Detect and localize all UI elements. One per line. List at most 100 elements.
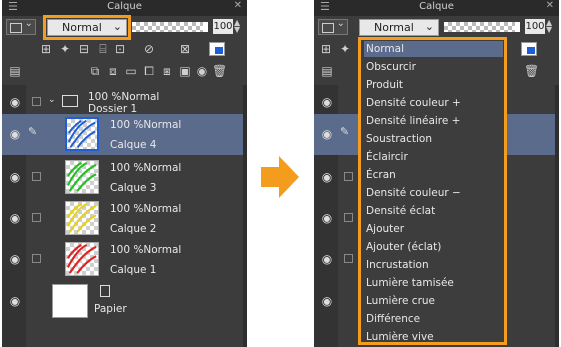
lock-checkbox[interactable]	[344, 213, 353, 222]
blend-option[interactable]: Densité linéaire +	[364, 113, 503, 129]
scrollbar[interactable]	[555, 85, 559, 347]
blend-option[interactable]: Incrustation	[364, 257, 503, 273]
clip-icon[interactable]: ⊞	[319, 42, 333, 56]
merge-icon[interactable]: ⧠	[142, 64, 156, 78]
eye-icon[interactable]: ◉	[8, 171, 22, 183]
opacity-value[interactable]: 100	[213, 19, 233, 34]
eye-icon[interactable]: ◉	[320, 212, 334, 224]
layer-row[interactable]: ◉ 100 %Normal Calque 1	[2, 239, 247, 280]
new-folder-icon[interactable]: ▭	[124, 64, 138, 78]
draft-icon[interactable]: ⌸	[96, 42, 110, 56]
opacity-slider[interactable]	[132, 22, 208, 32]
layer-opacity: 100 %Normal	[110, 244, 182, 256]
blend-option[interactable]: Écran	[364, 167, 503, 183]
panel-titlebar: ☰ Calque ✕	[314, 0, 559, 16]
layer-row[interactable]: ◉ ✎ 100 %Normal Calque 4	[2, 114, 247, 155]
transfer-icon[interactable]: ⧆	[160, 64, 174, 78]
eye-icon[interactable]: ◉	[8, 253, 22, 265]
blend-toolbar: ⌄ Normal ⌄ 100 ▲ ▼	[314, 16, 559, 38]
layer-name: Calque 4	[110, 139, 157, 151]
layer-row-folder[interactable]: ◉ ⌄ 100 %Normal Dossier 1	[2, 89, 247, 115]
blend-option[interactable]: Ajouter	[364, 221, 503, 237]
panel-menu-icon[interactable]: ▤	[8, 64, 22, 78]
opacity-value[interactable]: 100	[525, 19, 545, 34]
arrow-right-icon	[261, 156, 299, 198]
blend-option[interactable]: Ajouter (éclat)	[364, 239, 503, 255]
panel-titlebar: ☰ Calque ✕	[2, 0, 247, 16]
mask-add-icon[interactable]: ▣	[178, 64, 192, 78]
chevron-down-icon: ⌄	[112, 20, 122, 33]
eye-icon[interactable]: ◉	[8, 128, 22, 140]
eye-icon[interactable]: ◉	[8, 295, 22, 307]
blend-option[interactable]: Densité éclat	[364, 203, 503, 219]
mask-icon[interactable]: ⊘	[142, 42, 156, 56]
ruler-icon[interactable]: ✦	[58, 42, 72, 56]
lock-alpha-icon[interactable]: ⊠	[178, 42, 192, 56]
eye-icon[interactable]: ◉	[320, 96, 334, 108]
color-icon[interactable]	[521, 42, 537, 56]
close-icon[interactable]: ✕	[546, 0, 554, 11]
ruler-icon[interactable]: ✦	[338, 42, 352, 56]
eye-icon[interactable]: ◉	[320, 128, 334, 140]
chevron-down-icon: ⌄	[424, 20, 434, 33]
eye-icon[interactable]: ◉	[320, 253, 334, 265]
panel-menu-icon[interactable]: ▤	[320, 64, 334, 78]
lock-checkbox[interactable]	[32, 254, 41, 263]
lock-checkbox[interactable]	[344, 172, 353, 181]
lock-checkbox[interactable]	[32, 172, 41, 181]
eye-icon[interactable]: ◉	[320, 295, 334, 307]
layer-opacity: 100 %Normal	[88, 91, 160, 103]
pen-icon: ✎	[340, 125, 350, 138]
blend-mode-select[interactable]: Normal ⌄	[359, 19, 439, 36]
layer-row[interactable]: ◉ 100 %Normal Calque 2	[2, 198, 247, 239]
color-icon[interactable]	[209, 42, 225, 56]
lock-checkbox[interactable]	[32, 97, 41, 106]
blend-option[interactable]: Différence	[364, 311, 503, 327]
layer-color-mode-select[interactable]: ⌄	[318, 18, 348, 35]
blend-option[interactable]: Normal	[364, 41, 503, 57]
layer-name: Papier	[94, 303, 127, 315]
lock-icon[interactable]: ⊡	[113, 42, 127, 56]
layer-row[interactable]: ◉ 100 %Normal Calque 3	[2, 157, 247, 198]
opacity-spinner[interactable]: ▲ ▼	[234, 19, 240, 34]
trash-icon[interactable]: 🗑	[212, 64, 227, 78]
trash-icon[interactable]: 🗑	[524, 64, 539, 78]
blend-option[interactable]: Lumière tamisée	[364, 275, 503, 291]
blend-option[interactable]: Éclaircir	[364, 149, 503, 165]
layer-thumbnail	[65, 117, 99, 151]
paper-thumbnail	[52, 284, 88, 318]
layer-opacity: 100 %Normal	[110, 203, 182, 215]
close-icon[interactable]: ✕	[234, 0, 242, 11]
blend-toolbar: ⌄ Normal ⌄ 100 ▲ ▼	[2, 15, 247, 40]
opacity-slider[interactable]	[444, 22, 520, 32]
layer-opacity: 100 %Normal	[110, 119, 182, 131]
eye-icon[interactable]: ◉	[8, 212, 22, 224]
reference-icon[interactable]: ⊟	[77, 42, 91, 56]
chevron-down-icon[interactable]: ⌄	[48, 95, 56, 105]
eye-icon[interactable]: ◉	[8, 96, 22, 108]
lock-checkbox[interactable]	[32, 213, 41, 222]
blend-option[interactable]: Lumière vive	[364, 329, 503, 345]
lock-checkbox[interactable]	[344, 254, 353, 263]
layer-row-paper[interactable]: ◉ Papier	[2, 280, 247, 322]
layer-name: Calque 2	[110, 223, 157, 235]
blend-option[interactable]: Obscurcir	[364, 59, 503, 75]
blend-option[interactable]: Lumière crue	[364, 293, 503, 309]
paper-icon	[100, 285, 110, 297]
mask-apply-icon[interactable]: ◉	[195, 64, 209, 78]
layer-name: Calque 3	[110, 182, 157, 194]
layer-panel-left: ☰ Calque ✕ ⌄ Normal ⌄ 100 ▲ ▼ ⊞ ✦ ⊟ ⌸ ⊡ ⊘…	[2, 0, 247, 347]
new-vector-icon[interactable]: ⧈	[106, 64, 120, 78]
clip-icon[interactable]: ⊞	[39, 42, 53, 56]
layer-list: ◉ ⌄ 100 %Normal Dossier 1 ◉ ✎ 100 %Norma…	[2, 85, 247, 347]
blend-option[interactable]: Produit	[364, 77, 503, 93]
blend-option[interactable]: Densité couleur −	[364, 185, 503, 201]
layer-color-mode-select[interactable]: ⌄	[6, 18, 36, 35]
new-raster-icon[interactable]: ⧉	[88, 64, 102, 78]
blend-option[interactable]: Densité couleur +	[364, 95, 503, 111]
opacity-spinner[interactable]: ▲ ▼	[546, 19, 552, 34]
eye-icon[interactable]: ◉	[320, 171, 334, 183]
scrollbar[interactable]	[243, 85, 247, 347]
blend-option[interactable]: Soustraction	[364, 131, 503, 147]
blend-mode-select[interactable]: Normal ⌄	[43, 15, 131, 40]
